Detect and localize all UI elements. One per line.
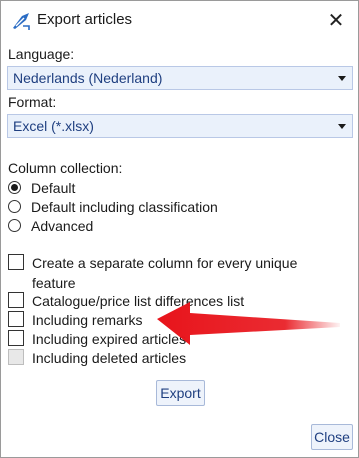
format-label: Format: — [8, 94, 57, 110]
format-value: Excel (*.xlsx) — [13, 118, 94, 134]
checkbox-including-expired[interactable]: Including expired articles — [8, 329, 332, 349]
checkbox[interactable] — [8, 311, 24, 327]
radio-advanced[interactable]: Advanced — [8, 217, 93, 235]
checkbox-label: Including expired articles — [32, 331, 187, 347]
chevron-down-icon — [338, 76, 346, 81]
format-dropdown[interactable]: Excel (*.xlsx) — [7, 114, 353, 138]
checkbox-including-remarks[interactable]: Including remarks — [8, 310, 332, 330]
checkbox-including-deleted: Including deleted articles — [8, 348, 332, 368]
radio-default-including-classification[interactable]: Default including classification — [8, 198, 218, 216]
checkbox-label: Catalogue/price list differences list — [32, 293, 245, 309]
checkbox[interactable] — [8, 330, 24, 346]
column-collection-label: Column collection: — [8, 160, 123, 176]
language-value: Nederlands (Nederland) — [13, 70, 163, 86]
radio-label: Default — [31, 180, 76, 196]
export-button[interactable]: Export — [156, 380, 205, 406]
checkbox — [8, 349, 24, 365]
close-icon[interactable]: ✕ — [316, 3, 356, 37]
checkbox-label: Including deleted articles — [32, 350, 187, 366]
checkbox[interactable] — [8, 254, 24, 270]
checkbox-label: Create a separate column for every uniqu… — [32, 255, 298, 291]
radio-button[interactable] — [8, 181, 21, 194]
export-articles-dialog: Export articles ✕ Language: Nederlands (… — [0, 0, 359, 458]
checkbox-label: Including remarks — [32, 312, 143, 328]
checkbox[interactable] — [8, 292, 24, 308]
close-button[interactable]: Close — [311, 424, 353, 450]
language-label: Language: — [8, 46, 75, 62]
checkbox-catalogue-differences[interactable]: Catalogue/price list differences list — [8, 291, 332, 311]
radio-default[interactable]: Default — [8, 179, 75, 197]
radio-label: Advanced — [31, 218, 94, 234]
checkbox-separate-column-per-feature[interactable]: Create a separate column for every uniqu… — [8, 253, 332, 293]
export-app-icon — [13, 13, 30, 30]
radio-button[interactable] — [8, 200, 21, 213]
window-title: Export articles — [37, 11, 133, 28]
title-bar: Export articles ✕ — [1, 1, 358, 39]
language-dropdown[interactable]: Nederlands (Nederland) — [7, 66, 353, 90]
chevron-down-icon — [338, 124, 346, 129]
radio-label: Default including classification — [31, 199, 218, 215]
radio-button[interactable] — [8, 219, 21, 232]
